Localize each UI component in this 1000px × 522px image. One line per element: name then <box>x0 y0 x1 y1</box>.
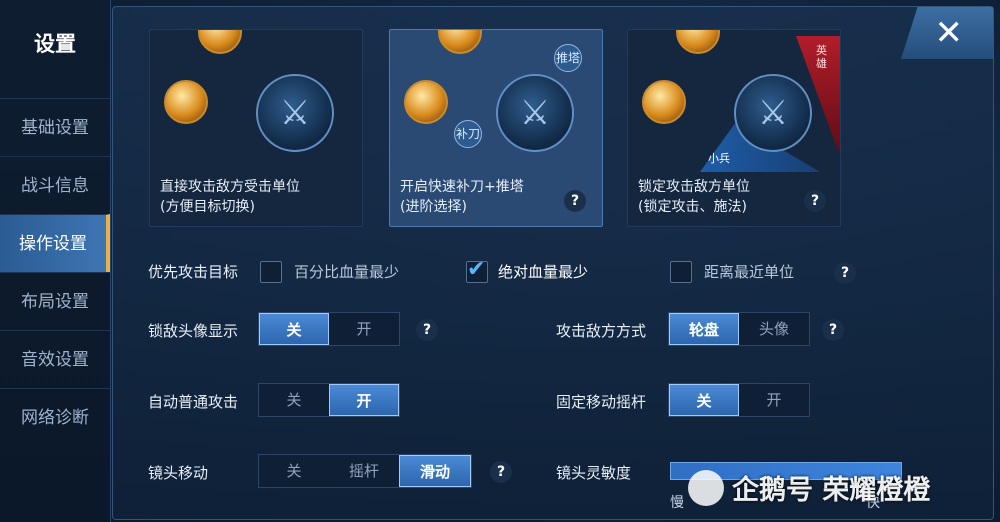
lock-avatar-toggle: 关 开 <box>258 312 400 346</box>
camera-swipe-option[interactable]: 滑动 <box>399 455 471 487</box>
card-description: 锁定攻击敌方单位 (锁定攻击、施法) <box>638 179 750 215</box>
slider-min-label: 慢 <box>670 495 684 511</box>
attack-mode-label: 攻击敌方方式 <box>556 322 647 340</box>
camera-joystick-option[interactable]: 摇杆 <box>329 455 399 487</box>
tower-push-badge: 推塔 <box>554 44 582 72</box>
watermark-text: 企鹅号 荣耀橙橙 <box>732 475 931 506</box>
penguin-logo-icon <box>688 470 724 506</box>
lock-avatar-label: 锁敌头像显示 <box>148 322 239 340</box>
camera-move-toggle: 关 摇杆 滑动 <box>258 454 472 488</box>
sidebar-item-controls[interactable]: 操作设置 <box>0 214 110 272</box>
hero-label: 英雄 <box>816 44 827 70</box>
checkmark-icon: ✔ <box>467 257 486 282</box>
minion-label: 小兵 <box>708 152 730 165</box>
help-icon[interactable]: ? <box>416 319 438 341</box>
toggle-off-option[interactable]: 关 <box>259 384 329 416</box>
close-icon: ✕ <box>934 13 964 53</box>
sidebar-item-network[interactable]: 网络诊断 <box>0 388 110 447</box>
sword-icon: ⚔ <box>279 93 311 133</box>
auto-attack-toggle: 关 开 <box>258 383 400 417</box>
avatar-option[interactable]: 头像 <box>739 313 809 345</box>
toggle-on-option[interactable]: 开 <box>739 384 809 416</box>
sidebar-item-battle-info[interactable]: 战斗信息 <box>0 156 110 215</box>
fixed-joystick-toggle: 关 开 <box>668 383 810 417</box>
checkbox-label: 百分比血量最少 <box>294 263 400 281</box>
toggle-off-option[interactable]: 关 <box>259 313 329 345</box>
help-icon[interactable]: ? <box>564 190 586 212</box>
toggle-on-option[interactable]: 开 <box>329 384 399 416</box>
attack-button-icon: ⚔ <box>256 74 334 152</box>
game-settings-screen: 设置 基础设置 战斗信息 操作设置 布局设置 音效设置 网络诊断 ✕ ⚔ 直接攻… <box>0 0 1000 522</box>
attack-button-icon: ⚔ <box>734 74 812 152</box>
attack-skill-icon <box>642 80 686 124</box>
help-icon[interactable]: ? <box>822 319 844 341</box>
help-icon[interactable]: ? <box>834 262 856 284</box>
help-icon[interactable]: ? <box>490 461 512 483</box>
targeting-card-direct[interactable]: ⚔ 直接攻击敌方受击单位 (方便目标切换) <box>149 29 363 227</box>
sidebar-item-basic[interactable]: 基础设置 <box>0 98 110 157</box>
priority-target-label: 优先攻击目标 <box>148 263 239 281</box>
attack-skill-icon <box>438 30 482 54</box>
attack-skill-icon <box>198 30 242 54</box>
wheel-option[interactable]: 轮盘 <box>669 313 739 345</box>
help-icon[interactable]: ? <box>804 190 826 212</box>
attack-button-icon: ⚔ <box>496 74 574 152</box>
camera-off-option[interactable]: 关 <box>259 455 329 487</box>
attack-mode-toggle: 轮盘 头像 <box>668 312 810 346</box>
last-hit-badge: 补刀 <box>454 120 482 148</box>
attack-skill-icon <box>164 80 208 124</box>
auto-attack-label: 自动普通攻击 <box>148 393 239 411</box>
checkbox-nearest[interactable] <box>670 261 692 283</box>
camera-sensitivity-label: 镜头灵敏度 <box>556 464 632 482</box>
settings-sidebar: 设置 基础设置 战斗信息 操作设置 布局设置 音效设置 网络诊断 <box>0 0 111 522</box>
checkbox-absolute-hp[interactable]: ✔ <box>466 257 488 283</box>
fixed-joystick-label: 固定移动摇杆 <box>556 393 647 411</box>
camera-move-label: 镜头移动 <box>148 464 209 482</box>
targeting-card-quick-lasthit[interactable]: ⚔ 推塔 补刀 开启快速补刀+推塔 (进阶选择) ? <box>389 29 603 227</box>
toggle-off-option[interactable]: 关 <box>669 384 739 416</box>
toggle-on-option[interactable]: 开 <box>329 313 399 345</box>
sidebar-item-layout[interactable]: 布局设置 <box>0 272 110 331</box>
sword-icon: ⚔ <box>757 93 789 133</box>
targeting-card-lock[interactable]: 小兵 ⚔ 英雄 锁定攻击敌方单位 (锁定攻击、施法) ? <box>627 29 841 227</box>
sidebar-item-sound[interactable]: 音效设置 <box>0 330 110 389</box>
checkbox-percent-hp[interactable] <box>260 261 282 283</box>
close-button[interactable]: ✕ <box>901 7 993 59</box>
card-description: 直接攻击敌方受击单位 (方便目标切换) <box>160 179 300 215</box>
settings-title: 设置 <box>34 32 76 56</box>
attack-skill-icon <box>676 30 720 54</box>
sword-icon: ⚔ <box>519 93 551 133</box>
checkbox-label: 绝对血量最少 <box>498 263 589 281</box>
checkbox-label: 距离最近单位 <box>704 263 795 281</box>
attack-skill-icon <box>404 80 448 124</box>
card-description: 开启快速补刀+推塔 (进阶选择) <box>400 179 524 215</box>
